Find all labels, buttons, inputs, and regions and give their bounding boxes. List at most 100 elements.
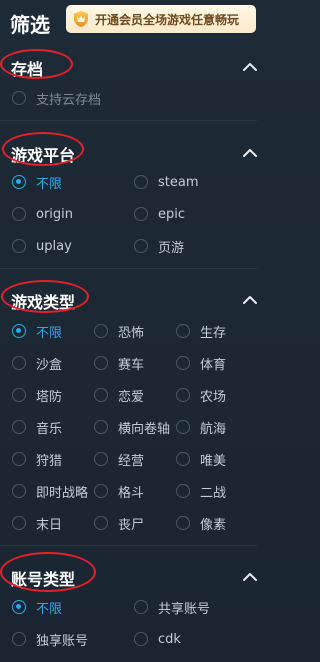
option-genre[interactable]: 生存 [176, 320, 226, 342]
radio-button[interactable] [12, 239, 26, 253]
radio-button[interactable] [12, 484, 26, 498]
section-platform-header[interactable]: 游戏平台 [0, 138, 273, 168]
section-title: 游戏类型 [11, 293, 76, 312]
radio-button[interactable] [94, 324, 108, 338]
option-genre[interactable]: 航海 [176, 416, 226, 438]
radio-button[interactable] [12, 324, 26, 338]
radio-button[interactable] [134, 175, 148, 189]
option-label: 即时战略 [36, 485, 89, 501]
radio-button[interactable] [134, 207, 148, 221]
option-label: origin [36, 206, 74, 222]
option-genre[interactable]: 丧尸 [94, 512, 144, 534]
section-divider [0, 268, 257, 269]
chevron-up-icon[interactable] [241, 60, 259, 74]
chevron-up-icon[interactable] [241, 146, 259, 160]
chevron-up-icon[interactable] [241, 570, 259, 584]
option-genre[interactable]: 横向卷轴 [94, 416, 170, 438]
page-title: 筛选 [10, 13, 50, 37]
radio-button[interactable] [176, 484, 190, 498]
option-label: 恐怖 [118, 325, 145, 341]
option-genre[interactable]: 沙盒 [12, 352, 62, 374]
radio-button[interactable] [94, 452, 108, 466]
radio-button[interactable] [176, 452, 190, 466]
option-label: epic [158, 206, 186, 222]
section-save: 存档 支持云存档 [0, 49, 273, 114]
section-account-header[interactable]: 账号类型 [0, 562, 273, 592]
option-label: 经营 [118, 453, 145, 469]
option-genre[interactable]: 经营 [94, 448, 144, 470]
option-genre[interactable]: 即时战略 [12, 480, 88, 502]
radio-button[interactable] [12, 388, 26, 402]
option-genre[interactable]: 像素 [176, 512, 226, 534]
option-platform-any[interactable]: 不限 [12, 171, 62, 193]
option-platform-webgame[interactable]: 页游 [134, 235, 184, 257]
radio-button[interactable] [12, 207, 26, 221]
option-label: 横向卷轴 [118, 421, 171, 437]
section-genre-header[interactable]: 游戏类型 [0, 285, 273, 315]
radio-button[interactable] [12, 600, 26, 614]
radio-button[interactable] [176, 324, 190, 338]
option-genre[interactable]: 不限 [12, 320, 62, 342]
radio-button[interactable] [12, 452, 26, 466]
radio-button[interactable] [12, 175, 26, 189]
radio-button[interactable] [94, 388, 108, 402]
option-genre[interactable]: 农场 [176, 384, 226, 406]
option-account-any[interactable]: 不限 [12, 596, 62, 618]
option-label: 不限 [36, 176, 63, 192]
section-account: 账号类型 不限 共享账号 独享账号 cdk [0, 552, 273, 657]
vip-promo-button[interactable]: 开通会员全场游戏任意畅玩 [66, 5, 256, 33]
radio-button[interactable] [176, 420, 190, 434]
option-genre[interactable]: 塔防 [12, 384, 62, 406]
option-label: 不限 [36, 601, 63, 617]
radio-button[interactable] [12, 632, 26, 646]
option-label: 格斗 [118, 485, 145, 501]
option-label: cdk [158, 631, 181, 647]
option-genre[interactable]: 体育 [176, 352, 226, 374]
option-label: steam [158, 174, 199, 190]
vip-banner-text: 开通会员全场游戏任意畅玩 [95, 12, 240, 27]
chevron-up-icon[interactable] [241, 293, 259, 307]
option-label: 支持云存档 [36, 92, 102, 108]
vip-crown-shield-icon [74, 11, 88, 27]
option-genre[interactable]: 格斗 [94, 480, 144, 502]
option-label: 恋爱 [118, 389, 145, 405]
radio-button[interactable] [94, 356, 108, 370]
option-label: uplay [36, 238, 72, 254]
radio-button[interactable] [176, 388, 190, 402]
radio-button[interactable] [94, 420, 108, 434]
option-genre[interactable]: 唯美 [176, 448, 226, 470]
radio-button[interactable] [94, 484, 108, 498]
radio-button[interactable] [94, 516, 108, 530]
option-platform-epic[interactable]: epic [134, 203, 185, 225]
radio-button[interactable] [134, 632, 148, 646]
option-label: 音乐 [36, 421, 63, 437]
option-genre[interactable]: 赛车 [94, 352, 144, 374]
option-label: 塔防 [36, 389, 63, 405]
section-save-header[interactable]: 存档 [0, 52, 273, 82]
option-genre[interactable]: 二战 [176, 480, 226, 502]
option-platform-origin[interactable]: origin [12, 203, 73, 225]
option-genre[interactable]: 音乐 [12, 416, 62, 438]
radio-button[interactable] [12, 516, 26, 530]
radio-button[interactable] [12, 356, 26, 370]
option-cloud-save[interactable]: 支持云存档 [12, 87, 101, 109]
option-genre[interactable]: 狩猎 [12, 448, 62, 470]
option-label: 生存 [200, 325, 227, 341]
option-genre[interactable]: 末日 [12, 512, 62, 534]
radio-button[interactable] [134, 600, 148, 614]
option-account-cdk[interactable]: cdk [134, 628, 181, 650]
radio-button[interactable] [12, 91, 26, 105]
option-genre[interactable]: 恐怖 [94, 320, 144, 342]
radio-button[interactable] [12, 420, 26, 434]
option-label: 页游 [158, 240, 185, 256]
option-label: 独享账号 [36, 633, 89, 649]
option-account-exclusive[interactable]: 独享账号 [12, 628, 88, 650]
option-genre[interactable]: 恋爱 [94, 384, 144, 406]
option-platform-uplay[interactable]: uplay [12, 235, 72, 257]
radio-button[interactable] [176, 516, 190, 530]
radio-button[interactable] [134, 239, 148, 253]
option-label: 航海 [200, 421, 227, 437]
option-account-shared[interactable]: 共享账号 [134, 596, 210, 618]
option-platform-steam[interactable]: steam [134, 171, 199, 193]
radio-button[interactable] [176, 356, 190, 370]
